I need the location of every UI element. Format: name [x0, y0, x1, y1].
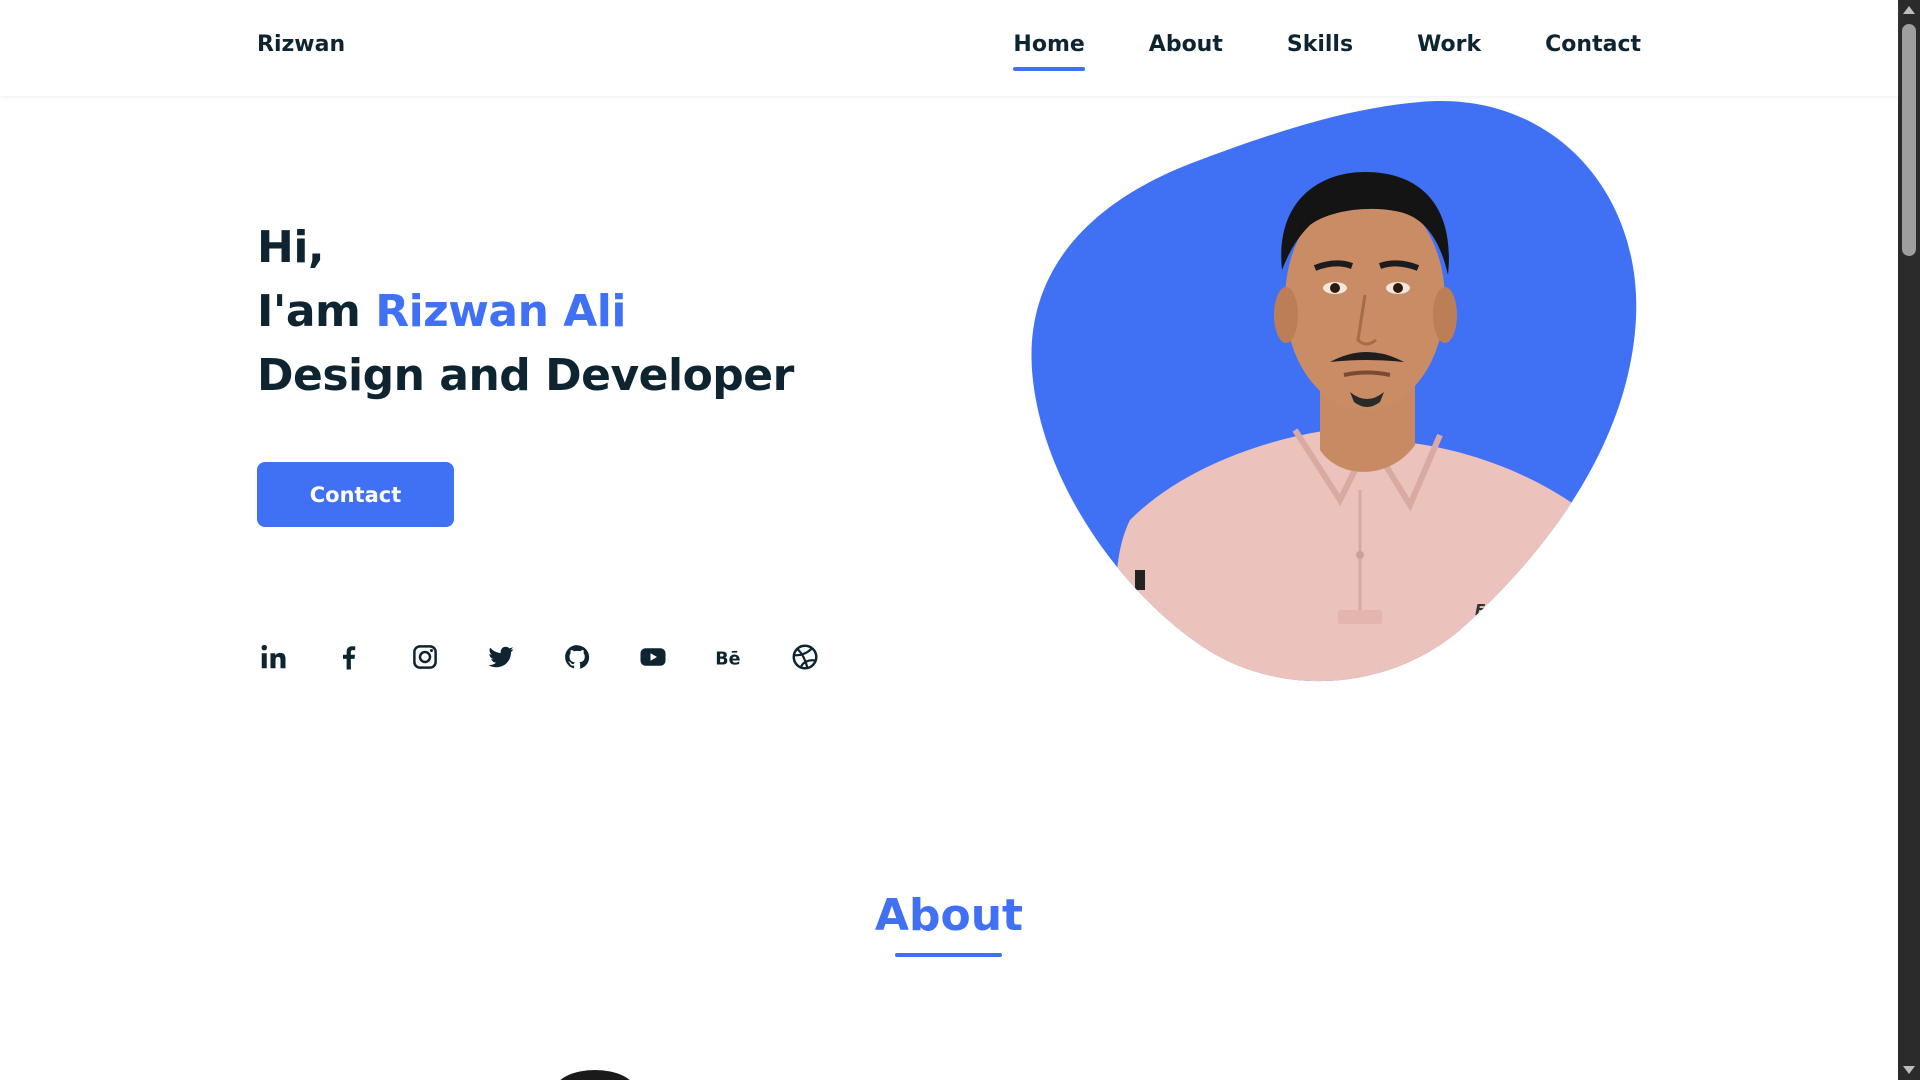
about-photo-peek: [555, 1070, 635, 1080]
nav-link-home[interactable]: Home: [1013, 32, 1086, 71]
behance-icon[interactable]: Bē: [713, 641, 744, 672]
scrollbar-thumb[interactable]: [1902, 24, 1916, 256]
instagram-icon[interactable]: [409, 641, 440, 672]
site-header: Rizwan Home About Skills Work Contact: [0, 0, 1898, 96]
hero-profile-blob: Feel Better: [1030, 100, 1642, 692]
site-logo[interactable]: Rizwan: [257, 32, 345, 57]
main-nav: Home About Skills Work Contact: [1013, 32, 1641, 71]
youtube-icon[interactable]: [637, 641, 668, 672]
profile-photo: Feel Better: [1031, 101, 1637, 682]
facebook-icon[interactable]: [333, 641, 364, 672]
hero-heading: Hi, I'am Rizwan Ali Design and Developer: [257, 216, 794, 408]
nav-link-about[interactable]: About: [1149, 32, 1223, 67]
scroll-down-arrow-icon[interactable]: [1903, 1066, 1915, 1074]
page-scrollbar[interactable]: [1898, 0, 1920, 1080]
hero-name: Rizwan Ali: [375, 286, 626, 337]
nav-link-contact[interactable]: Contact: [1545, 32, 1641, 67]
svg-text:Feel: Feel: [1475, 601, 1510, 619]
nav-link-work[interactable]: Work: [1417, 32, 1481, 67]
about-title-underline: [895, 953, 1002, 957]
nav-link-skills[interactable]: Skills: [1287, 32, 1353, 67]
twitter-icon[interactable]: [485, 641, 516, 672]
hero-intro: I'am Rizwan Ali: [257, 280, 794, 344]
contact-button[interactable]: Contact: [257, 462, 454, 527]
hero-intro-prefix: I'am: [257, 286, 376, 337]
scroll-up-arrow-icon[interactable]: [1903, 6, 1915, 14]
hero-greeting: Hi,: [257, 222, 325, 273]
dribbble-icon[interactable]: [789, 641, 820, 672]
hero-role: Design and Developer: [257, 350, 794, 401]
svg-text:Bē: Bē: [715, 649, 740, 669]
social-links: Bē: [257, 641, 820, 672]
github-icon[interactable]: [561, 641, 592, 672]
linkedin-icon[interactable]: [257, 641, 288, 672]
about-section-title: About: [874, 890, 1024, 941]
svg-text:Better: Better: [1470, 618, 1525, 636]
